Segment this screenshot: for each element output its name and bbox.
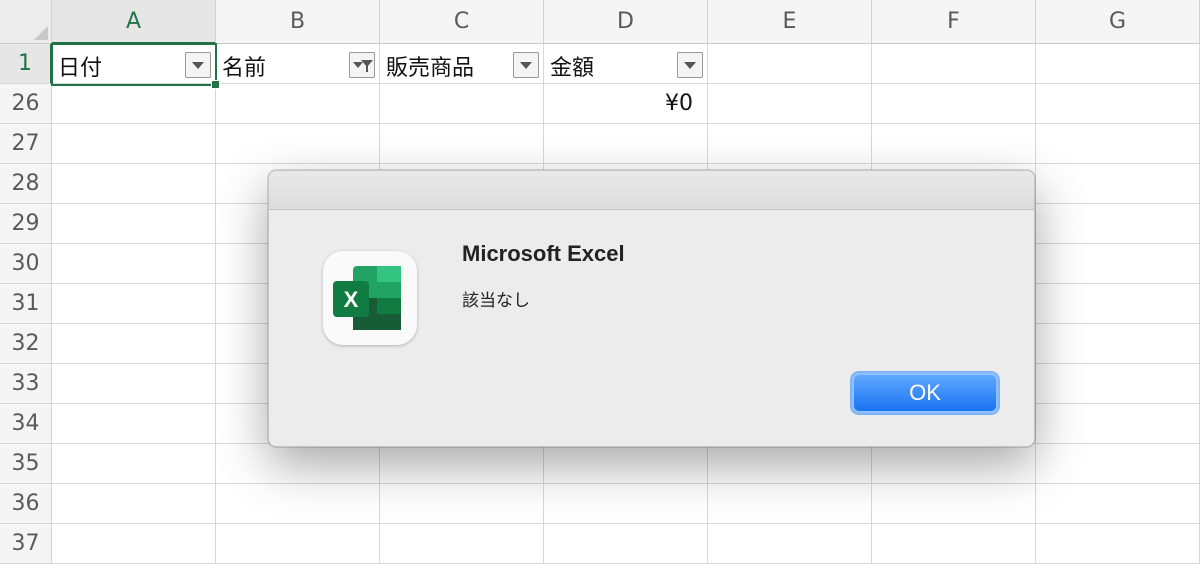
cell-e26[interactable] bbox=[708, 84, 872, 124]
row-header-35[interactable]: 35 bbox=[0, 444, 52, 484]
cell-c35[interactable] bbox=[380, 444, 544, 484]
cell-a33[interactable] bbox=[52, 364, 216, 404]
cell-f1[interactable] bbox=[872, 44, 1036, 84]
filter-dropdown-button-date[interactable] bbox=[185, 52, 211, 78]
cell-f37[interactable] bbox=[872, 524, 1036, 564]
cell-e37[interactable] bbox=[708, 524, 872, 564]
cell-g36[interactable] bbox=[1036, 484, 1200, 524]
row-header-1[interactable]: 1 bbox=[0, 44, 52, 84]
cell-b1[interactable]: 名前 bbox=[216, 44, 380, 84]
dropdown-arrow-icon bbox=[520, 62, 532, 69]
cell-g31[interactable] bbox=[1036, 284, 1200, 324]
select-all-corner[interactable] bbox=[0, 0, 52, 44]
cell-b36[interactable] bbox=[216, 484, 380, 524]
select-all-triangle-icon bbox=[34, 26, 48, 40]
excel-icon-letter: X bbox=[344, 287, 359, 312]
cell-g27[interactable] bbox=[1036, 124, 1200, 164]
cell-f26[interactable] bbox=[872, 84, 1036, 124]
cell-d36[interactable] bbox=[544, 484, 708, 524]
row-header-33[interactable]: 33 bbox=[0, 364, 52, 404]
cell-a30[interactable] bbox=[52, 244, 216, 284]
cell-a34[interactable] bbox=[52, 404, 216, 444]
column-header-f[interactable]: F bbox=[872, 0, 1036, 44]
excel-logo-icon: X bbox=[333, 266, 401, 330]
row-header-34[interactable]: 34 bbox=[0, 404, 52, 444]
cell-b26[interactable] bbox=[216, 84, 380, 124]
header-date-label: 日付 bbox=[58, 56, 103, 81]
cell-d27[interactable] bbox=[544, 124, 708, 164]
cell-c36[interactable] bbox=[380, 484, 544, 524]
alert-dialog: X Microsoft Excel 該当なし OK bbox=[268, 170, 1035, 447]
cell-g34[interactable] bbox=[1036, 404, 1200, 444]
filter-dropdown-button-amount[interactable] bbox=[677, 52, 703, 78]
row-header-29[interactable]: 29 bbox=[0, 204, 52, 244]
cell-b27[interactable] bbox=[216, 124, 380, 164]
row-header-31[interactable]: 31 bbox=[0, 284, 52, 324]
excel-app-icon: X bbox=[323, 251, 417, 345]
cell-g37[interactable] bbox=[1036, 524, 1200, 564]
filter-dropdown-button-product[interactable] bbox=[513, 52, 539, 78]
dialog-message: 該当なし bbox=[462, 291, 530, 311]
cell-d35[interactable] bbox=[544, 444, 708, 484]
cell-c1[interactable]: 販売商品 bbox=[380, 44, 544, 84]
row-header-30[interactable]: 30 bbox=[0, 244, 52, 284]
cell-a26[interactable] bbox=[52, 84, 216, 124]
cell-c37[interactable] bbox=[380, 524, 544, 564]
header-amount-label: 金額 bbox=[550, 56, 595, 81]
dialog-titlebar[interactable] bbox=[269, 171, 1034, 210]
cell-a28[interactable] bbox=[52, 164, 216, 204]
column-header-e[interactable]: E bbox=[708, 0, 872, 44]
column-header-c[interactable]: C bbox=[380, 0, 544, 44]
cell-a35[interactable] bbox=[52, 444, 216, 484]
cell-g32[interactable] bbox=[1036, 324, 1200, 364]
header-product-label: 販売商品 bbox=[386, 56, 475, 81]
dropdown-arrow-icon bbox=[684, 62, 696, 69]
row-header-32[interactable]: 32 bbox=[0, 324, 52, 364]
cell-e1[interactable] bbox=[708, 44, 872, 84]
cell-g1[interactable] bbox=[1036, 44, 1200, 84]
cell-c27[interactable] bbox=[380, 124, 544, 164]
cell-g28[interactable] bbox=[1036, 164, 1200, 204]
cell-a37[interactable] bbox=[52, 524, 216, 564]
cell-g29[interactable] bbox=[1036, 204, 1200, 244]
column-header-b[interactable]: B bbox=[216, 0, 380, 44]
cell-e36[interactable] bbox=[708, 484, 872, 524]
cell-b37[interactable] bbox=[216, 524, 380, 564]
row-header-28[interactable]: 28 bbox=[0, 164, 52, 204]
cell-e27[interactable] bbox=[708, 124, 872, 164]
cell-d37[interactable] bbox=[544, 524, 708, 564]
filter-active-button-name[interactable] bbox=[349, 52, 375, 78]
cell-d1[interactable]: 金額 bbox=[544, 44, 708, 84]
header-name-label: 名前 bbox=[222, 56, 267, 81]
column-header-d[interactable]: D bbox=[544, 0, 708, 44]
funnel-stem bbox=[366, 66, 368, 72]
cell-a31[interactable] bbox=[52, 284, 216, 324]
cell-a1[interactable]: 日付 bbox=[52, 44, 216, 84]
ok-button[interactable]: OK bbox=[852, 373, 998, 413]
cell-g33[interactable] bbox=[1036, 364, 1200, 404]
cell-c26[interactable] bbox=[380, 84, 544, 124]
cell-d26[interactable]: ¥0 bbox=[544, 84, 708, 124]
row-header-37[interactable]: 37 bbox=[0, 524, 52, 564]
cell-a29[interactable] bbox=[52, 204, 216, 244]
row-header-36[interactable]: 36 bbox=[0, 484, 52, 524]
cell-a32[interactable] bbox=[52, 324, 216, 364]
dropdown-arrow-icon bbox=[192, 62, 204, 69]
cell-b35[interactable] bbox=[216, 444, 380, 484]
cell-f35[interactable] bbox=[872, 444, 1036, 484]
cell-g26[interactable] bbox=[1036, 84, 1200, 124]
cell-e35[interactable] bbox=[708, 444, 872, 484]
column-header-a[interactable]: A bbox=[52, 0, 216, 44]
column-header-g[interactable]: G bbox=[1036, 0, 1200, 44]
cell-a36[interactable] bbox=[52, 484, 216, 524]
cell-g35[interactable] bbox=[1036, 444, 1200, 484]
row-header-26[interactable]: 26 bbox=[0, 84, 52, 124]
row-header-27[interactable]: 27 bbox=[0, 124, 52, 164]
amount-total-value: ¥0 bbox=[665, 91, 693, 116]
cell-f36[interactable] bbox=[872, 484, 1036, 524]
cell-g30[interactable] bbox=[1036, 244, 1200, 284]
cell-a27[interactable] bbox=[52, 124, 216, 164]
cell-f27[interactable] bbox=[872, 124, 1036, 164]
dialog-title: Microsoft Excel bbox=[462, 241, 625, 266]
